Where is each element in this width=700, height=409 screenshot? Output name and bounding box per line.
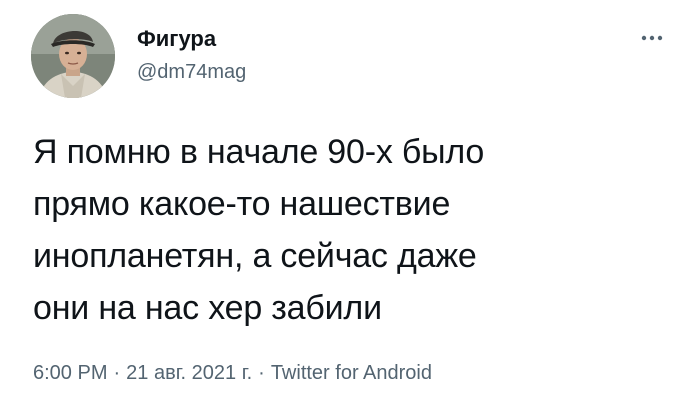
tweet-text: Я помню в начале 90-х было прямо какое-т… [33,133,485,327]
author-handle[interactable]: @dm74mag [137,60,246,84]
tweet-date[interactable]: 21 авг. 2021 г. [126,361,252,385]
tweet-time[interactable]: 6:00 PM [33,361,107,385]
avatar[interactable] [31,14,115,98]
more-options-button[interactable] [634,26,670,50]
tweet-meta: 6:00 PM · 21 авг. 2021 г. · Twitter for … [33,361,432,385]
meta-separator: · [113,362,121,384]
meta-separator: · [258,362,265,384]
tweet-source[interactable]: Twitter for Android [271,361,432,385]
tweet-card: Фигура @dm74mag Я помню в начале 90-х бы… [0,0,700,409]
avatar-image [31,14,115,98]
author-display-name[interactable]: Фигура [137,26,216,52]
more-horizontal-icon [641,35,663,41]
